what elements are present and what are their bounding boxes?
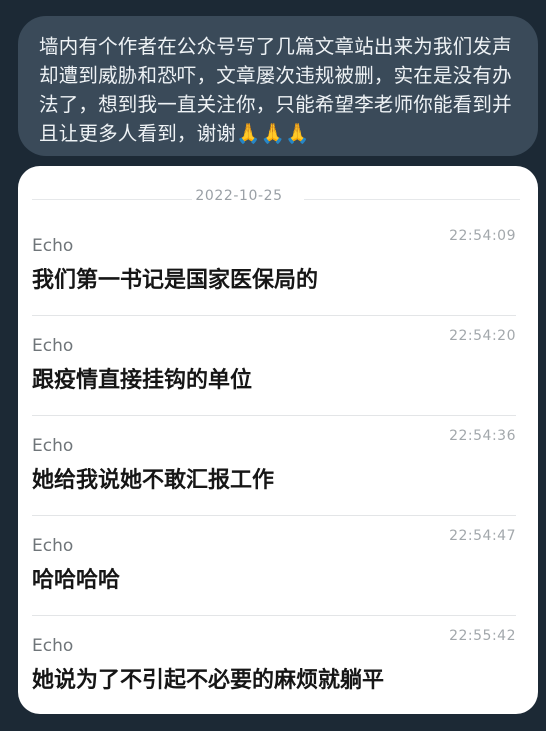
message-text: 哈哈哈哈 [32,568,121,593]
sender-name: Echo [32,536,74,556]
message-divider [32,615,516,616]
message-bubble: 墙内有个作者在公众号写了几篇文章站出来为我们发声却遭到威胁和恐吓，文章屡次违规被… [18,16,538,156]
sender-name: Echo [32,236,74,256]
message-time: 22:54:20 [449,328,516,344]
date-separator-line-right [304,199,520,200]
message-text: 我们第一书记是国家医保局的 [32,268,319,293]
chat-message: Echo 22:54:20 跟疫情直接挂钩的单位 [32,328,516,436]
sender-name: Echo [32,636,74,656]
date-label: 2022-10-25 [195,188,283,204]
chat-screenshot-card: 2022-10-25 Echo 22:54:09 我们第一书记是国家医保局的 E… [18,166,538,714]
message-time: 22:55:42 [449,628,516,644]
chat-message: Echo 22:54:47 哈哈哈哈 [32,528,516,636]
message-text: 她说为了不引起不必要的麻烦就躺平 [32,668,385,693]
message-divider [32,415,516,416]
message-text: 她给我说她不敢汇报工作 [32,468,275,493]
sender-name: Echo [32,436,74,456]
date-separator: 2022-10-25 [18,188,538,210]
sender-name: Echo [32,336,74,356]
message-time: 22:54:47 [449,528,516,544]
chat-message: Echo 22:55:42 她说为了不引起不必要的麻烦就躺平 [32,628,516,714]
chat-message: Echo 22:54:36 她给我说她不敢汇报工作 [32,428,516,536]
message-time: 22:54:09 [449,228,516,244]
bubble-text: 墙内有个作者在公众号写了几篇文章站出来为我们发声却遭到威胁和恐吓，文章屡次违规被… [39,35,512,145]
message-time: 22:54:36 [449,428,516,444]
message-text: 跟疫情直接挂钩的单位 [32,368,253,393]
chat-message: Echo 22:54:09 我们第一书记是国家医保局的 [32,228,516,336]
message-divider [32,315,516,316]
message-divider [32,515,516,516]
